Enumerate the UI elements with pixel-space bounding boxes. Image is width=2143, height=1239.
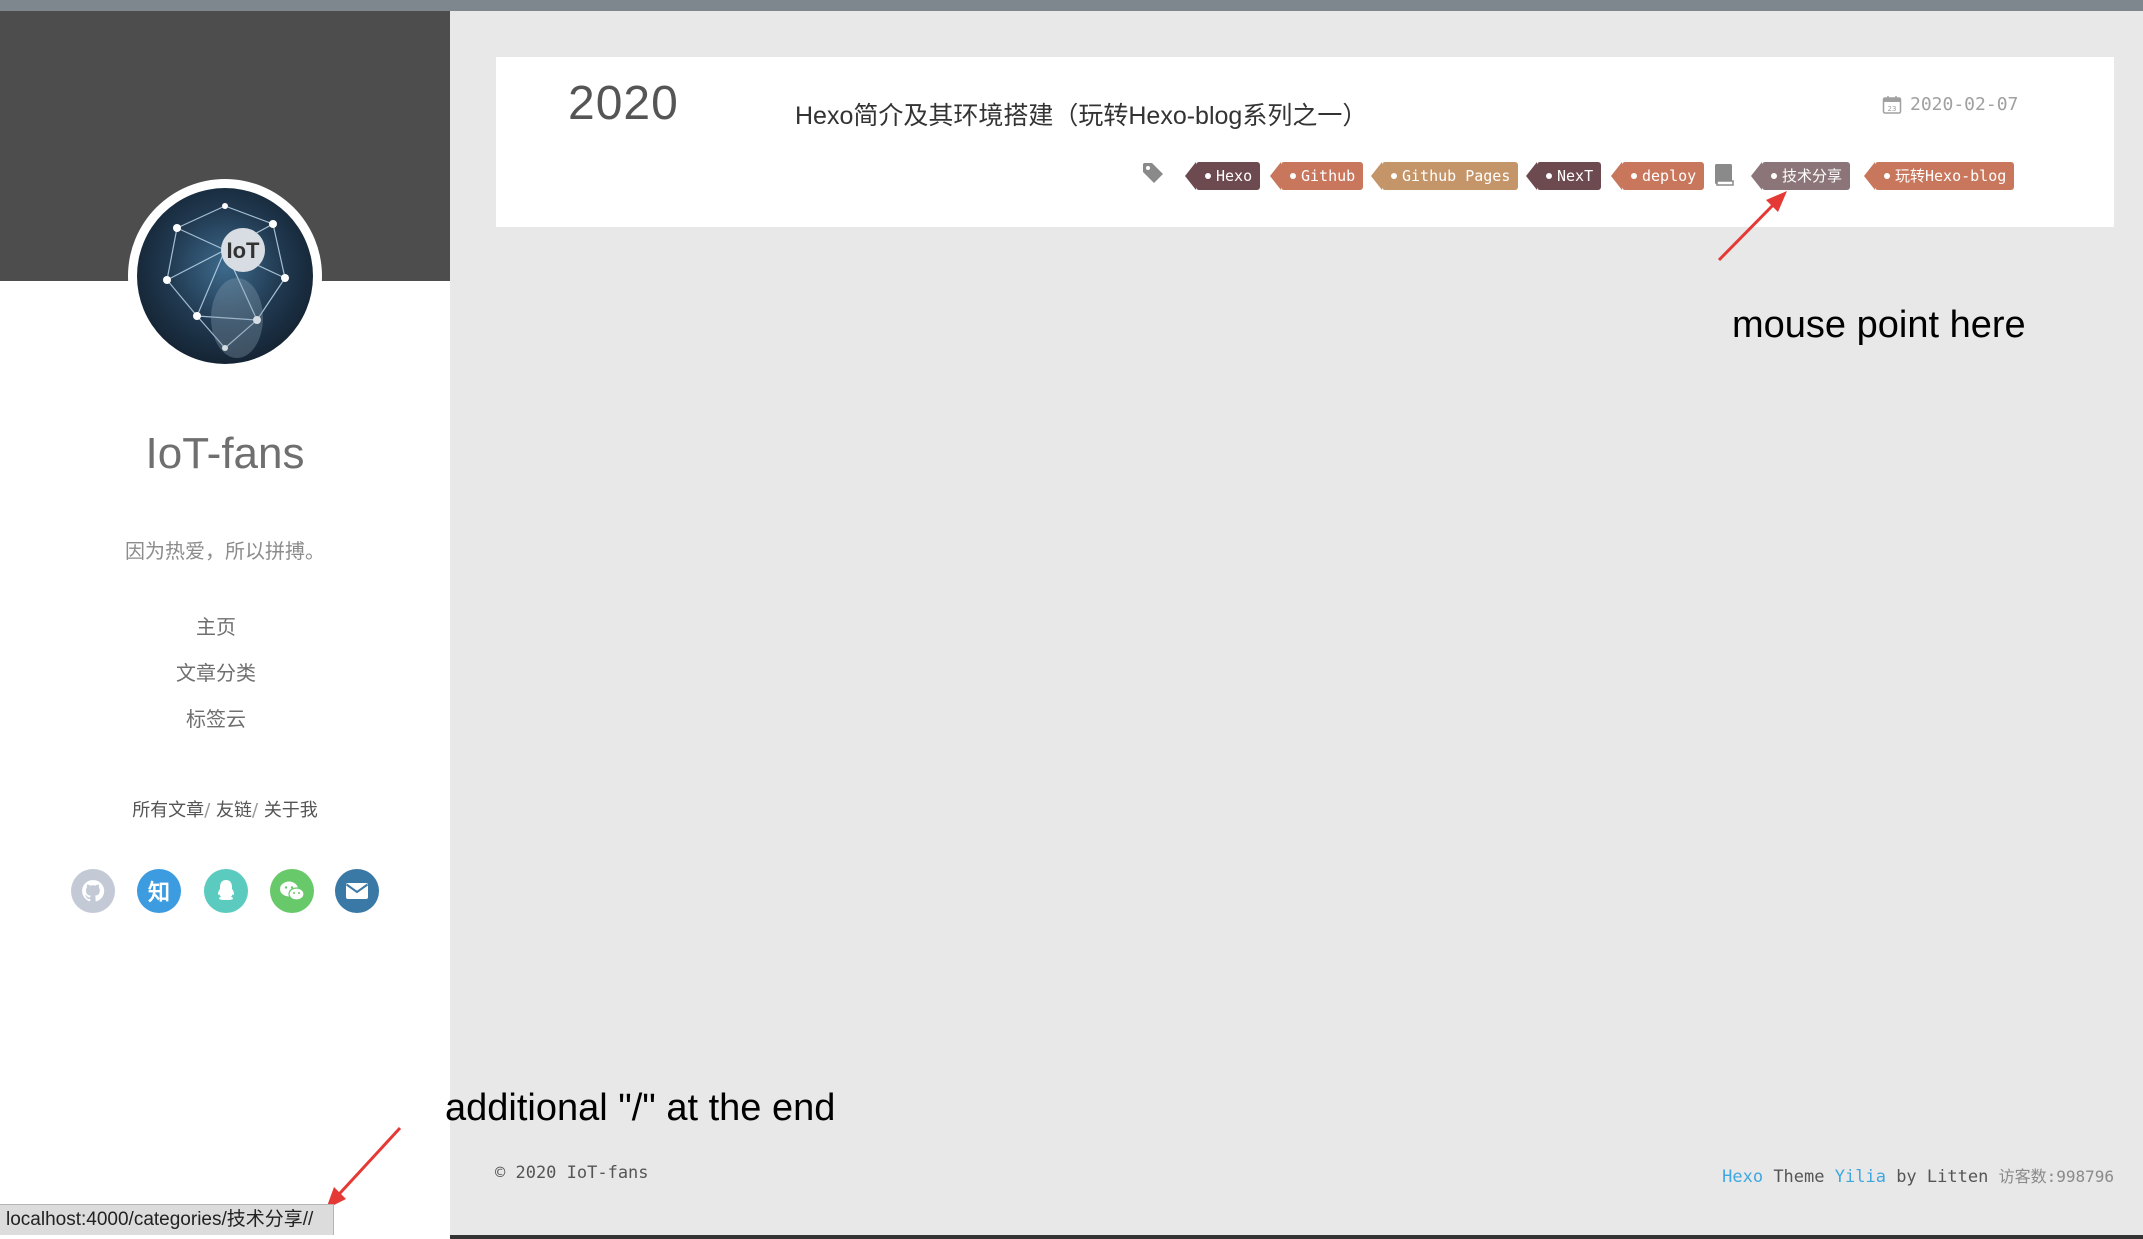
post-date-text: 2020-02-07 xyxy=(1910,94,2019,115)
avatar-image: IoT xyxy=(137,188,313,364)
category-book-icon xyxy=(1715,164,1734,186)
site-subtitle: 因为热爱，所以拼搏。 xyxy=(125,539,325,563)
avatar[interactable]: IoT xyxy=(128,179,322,373)
link-separator: / xyxy=(204,800,211,821)
zhihu-icon[interactable]: 知 xyxy=(137,869,181,913)
link-all-posts[interactable]: 所有文章 xyxy=(132,800,204,821)
link-about-me[interactable]: 关于我 xyxy=(264,800,318,821)
browser-status-url: localhost:4000/categories/技术分享// xyxy=(0,1204,334,1235)
svg-text:23: 23 xyxy=(1888,105,1897,113)
tag-icon xyxy=(1143,163,1163,183)
annotation-mouse-note: mouse point here xyxy=(1732,304,2026,346)
svg-text:IoT: IoT xyxy=(227,238,261,263)
post-date: 23 2020-02-07 xyxy=(1882,94,2018,115)
qq-icon[interactable] xyxy=(204,869,248,913)
tag-deploy[interactable]: deploy xyxy=(1610,162,1705,190)
sidebar: IoT IoT-fans 因为热爱，所以拼搏。 主页 文章分类 标签云 所有文章… xyxy=(0,11,450,1239)
category-play-hexo-blog[interactable]: 玩转Hexo-blog xyxy=(1863,162,2015,190)
tag-github[interactable]: Github xyxy=(1269,162,1364,190)
sidebar-links: 所有文章/ 友链/ 关于我 xyxy=(0,796,450,822)
calendar-icon: 23 xyxy=(1882,95,1902,114)
visitor-count: 访客数:998796 xyxy=(1998,1167,2114,1186)
iot-network-icon: IoT xyxy=(163,203,289,358)
category-tech-share[interactable]: 技术分享 xyxy=(1750,162,1851,190)
tag-hexo[interactable]: Hexo xyxy=(1184,162,1261,190)
annotation-slash-note: additional "/" at the end xyxy=(445,1087,836,1129)
wechat-icon[interactable] xyxy=(270,869,314,913)
footer-hexo-link[interactable]: Hexo xyxy=(1722,1167,1763,1187)
footer-theme-text: Theme xyxy=(1773,1167,1825,1187)
nav-tag-cloud[interactable]: 标签云 xyxy=(0,703,432,732)
footer-yilia-link[interactable]: Yilia xyxy=(1835,1167,1886,1187)
nav-home[interactable]: 主页 xyxy=(0,611,432,640)
post-card xyxy=(496,57,2114,227)
browser-top-bar xyxy=(0,0,2143,11)
footer-by-text: by Litten xyxy=(1896,1167,1989,1187)
archive-year: 2020 xyxy=(568,77,679,130)
footer-credits: Hexo Theme Yilia by Litten 访客数:998796 xyxy=(1722,1163,2114,1187)
post-title-link[interactable]: Hexo简介及其环境搭建（玩转Hexo-blog系列之一） xyxy=(795,96,1367,132)
mail-icon[interactable] xyxy=(335,869,379,913)
window-bottom-edge xyxy=(450,1235,2143,1239)
link-friends[interactable]: 友链 xyxy=(216,800,252,821)
link-separator: / xyxy=(252,800,259,821)
footer-copyright: © 2020 IoT-fans xyxy=(495,1163,649,1183)
tag-next[interactable]: NexT xyxy=(1525,162,1602,190)
site-title[interactable]: IoT-fans xyxy=(0,429,450,479)
tag-github-pages[interactable]: Github Pages xyxy=(1370,162,1519,190)
nav-categories[interactable]: 文章分类 xyxy=(0,657,432,686)
github-icon[interactable] xyxy=(71,869,115,913)
